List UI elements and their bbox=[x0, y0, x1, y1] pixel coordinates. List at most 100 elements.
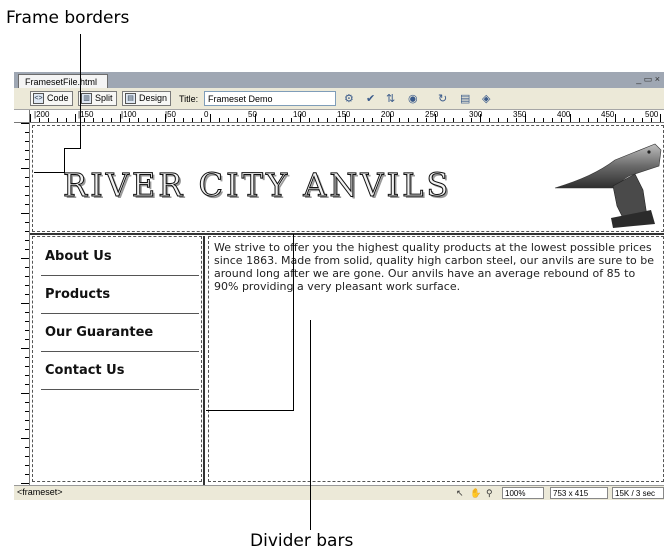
horizontal-divider-bar[interactable] bbox=[30, 233, 664, 235]
ruler-tick bbox=[201, 118, 202, 122]
ruler-tick bbox=[25, 465, 29, 466]
refresh-icon[interactable]: ↻ bbox=[438, 92, 447, 105]
ruler-tick bbox=[354, 118, 355, 122]
design-view-button[interactable]: ▤ Design bbox=[122, 91, 172, 106]
ruler-tick bbox=[489, 118, 490, 122]
ruler-tick bbox=[25, 186, 29, 187]
tag-selector[interactable]: <frameset> bbox=[17, 486, 63, 499]
split-icon: ▥ bbox=[81, 93, 92, 104]
ruler-tick bbox=[25, 177, 29, 178]
ruler-tick bbox=[579, 118, 580, 122]
divider-bars-label: Divider bars bbox=[250, 531, 354, 551]
dreamweaver-window: FramesetFile.html _ ▭ × <> Code ▥ Split … bbox=[14, 72, 664, 500]
document-toolbar: <> Code ▥ Split ▤ Design Title: ⚙ ✔ ⇅ ◉ … bbox=[14, 88, 664, 110]
ruler-tick bbox=[25, 294, 29, 295]
ruler-tick bbox=[25, 159, 29, 160]
body-text: We strive to offer you the highest quali… bbox=[214, 241, 655, 293]
ruler-tick bbox=[210, 114, 211, 122]
ruler-tick bbox=[372, 118, 373, 122]
code-icon: <> bbox=[33, 93, 44, 104]
ruler-tick bbox=[552, 118, 553, 122]
design-view[interactable]: RIVER CITY ANVILS About Us Products Our … bbox=[30, 123, 664, 485]
ruler-tick bbox=[588, 118, 589, 122]
frame-borders-callout-h bbox=[64, 148, 65, 172]
ruler-tick bbox=[444, 118, 445, 122]
view-options-icon[interactable]: ▤ bbox=[460, 92, 470, 105]
ruler-tick bbox=[48, 118, 49, 122]
preview-icon[interactable]: ◉ bbox=[408, 92, 418, 105]
ruler-tick bbox=[25, 474, 29, 475]
navigation-frame[interactable]: About Us Products Our Guarantee Contact … bbox=[32, 236, 202, 482]
pointer-icon[interactable]: ↖ bbox=[456, 487, 464, 500]
ruler-tick bbox=[327, 118, 328, 122]
ruler-tick bbox=[25, 249, 29, 250]
ruler-label: 150 bbox=[337, 110, 351, 119]
ruler-tick bbox=[282, 118, 283, 122]
ruler-label: 200 bbox=[381, 110, 395, 119]
ruler-tick bbox=[498, 118, 499, 122]
ruler-tick bbox=[318, 118, 319, 122]
nav-about-us[interactable]: About Us bbox=[45, 249, 112, 264]
ruler-tick bbox=[336, 118, 337, 122]
hand-icon[interactable]: ✋ bbox=[470, 487, 481, 500]
visual-aids-icon[interactable]: ◈ bbox=[482, 92, 490, 105]
nav-contact-us[interactable]: Contact Us bbox=[45, 363, 124, 378]
site-title: RIVER CITY ANVILS bbox=[62, 166, 452, 205]
file-mgmt-icon[interactable]: ⇅ bbox=[386, 92, 395, 105]
ruler-tick bbox=[84, 118, 85, 122]
design-label: Design bbox=[139, 93, 168, 103]
ruler-tick bbox=[300, 114, 301, 122]
window-size-select[interactable]: 753 x 415 bbox=[550, 487, 608, 499]
document-tab-bar: FramesetFile.html _ ▭ × bbox=[14, 72, 664, 88]
ruler-tick bbox=[417, 118, 418, 122]
ruler-tick bbox=[21, 483, 29, 484]
validate-icon[interactable]: ⚙ bbox=[344, 92, 354, 105]
ruler-tick bbox=[21, 393, 29, 394]
ruler-tick bbox=[390, 114, 391, 122]
vertical-divider-bar[interactable] bbox=[203, 236, 205, 485]
ruler-tick bbox=[57, 118, 58, 122]
debug-icon[interactable]: ✔ bbox=[366, 92, 375, 105]
ruler-tick bbox=[25, 339, 29, 340]
banner-frame[interactable]: RIVER CITY ANVILS bbox=[32, 125, 664, 232]
ruler-tick bbox=[192, 118, 193, 122]
ruler-tick bbox=[25, 150, 29, 151]
ruler-label: 250 bbox=[425, 110, 439, 119]
frame-borders-label: Frame borders bbox=[6, 8, 130, 28]
ruler-tick bbox=[25, 411, 29, 412]
design-icon: ▤ bbox=[125, 93, 136, 104]
split-view-button[interactable]: ▥ Split bbox=[78, 91, 117, 106]
ruler-tick bbox=[219, 118, 220, 122]
document-tab[interactable]: FramesetFile.html bbox=[18, 74, 108, 88]
window-controls[interactable]: _ ▭ × bbox=[636, 74, 660, 85]
zoom-icon[interactable]: ⚲ bbox=[486, 487, 493, 500]
ruler-label: 450 bbox=[601, 110, 615, 119]
nav-products[interactable]: Products bbox=[45, 287, 110, 302]
ruler-tick bbox=[570, 114, 571, 122]
ruler-tick bbox=[516, 118, 517, 122]
nav-separator bbox=[41, 275, 199, 276]
ruler-tick bbox=[25, 204, 29, 205]
nav-our-guarantee[interactable]: Our Guarantee bbox=[45, 325, 153, 340]
ruler-tick bbox=[525, 114, 526, 122]
ruler-tick bbox=[25, 447, 29, 448]
ruler-tick bbox=[606, 118, 607, 122]
ruler-tick bbox=[25, 456, 29, 457]
ruler-tick bbox=[21, 258, 29, 259]
ruler-tick bbox=[25, 420, 29, 421]
ruler-tick bbox=[66, 118, 67, 122]
ruler-tick bbox=[25, 285, 29, 286]
ruler-tick bbox=[435, 114, 436, 122]
ruler-tick bbox=[543, 118, 544, 122]
split-label: Split bbox=[95, 93, 113, 103]
zoom-select[interactable]: 100% bbox=[502, 487, 544, 499]
ruler-tick bbox=[255, 114, 256, 122]
content-frame[interactable]: We strive to offer you the highest quali… bbox=[208, 236, 664, 482]
ruler-tick bbox=[462, 118, 463, 122]
ruler-tick bbox=[25, 366, 29, 367]
horizontal-ruler: |200 |150 |100 |50 0 50 100 150 200 250 … bbox=[30, 110, 664, 123]
ruler-tick bbox=[156, 118, 157, 122]
code-view-button[interactable]: <> Code bbox=[30, 91, 73, 106]
ruler-tick bbox=[25, 375, 29, 376]
page-title-input[interactable] bbox=[204, 91, 336, 106]
